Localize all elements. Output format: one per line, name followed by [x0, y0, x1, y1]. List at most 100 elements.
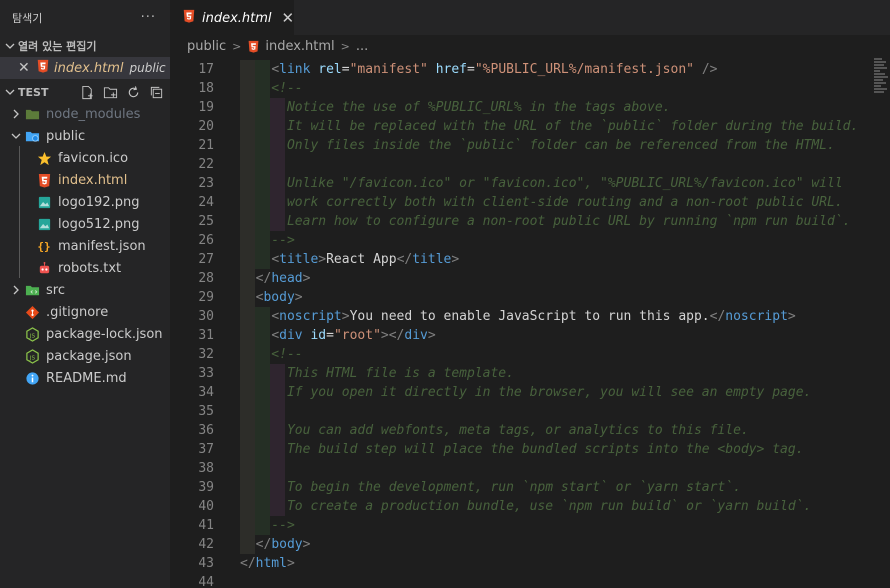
code-token: head	[271, 271, 303, 286]
line-number: 23	[198, 176, 214, 191]
code-line[interactable]: 21 Only files inside the `public` folder…	[170, 136, 890, 155]
new-folder-icon[interactable]	[102, 84, 118, 100]
tree-item-label: logo192.png	[58, 194, 140, 210]
chevron-right-icon: >	[232, 39, 242, 53]
indent-guide	[255, 155, 270, 174]
minimap[interactable]	[874, 57, 890, 147]
chevron-down-icon	[8, 128, 24, 144]
code-line[interactable]: 23 Unlike "/favicon.ico" or "favicon.ico…	[170, 174, 890, 193]
open-editors-label: 열려 있는 편집기	[18, 40, 97, 53]
tree-item-favicon[interactable]: favicon.ico	[0, 147, 170, 169]
code-line[interactable]: 38	[170, 459, 890, 478]
code-token: "root"	[333, 328, 381, 343]
code-text: Learn how to configure a non-root public…	[240, 212, 851, 231]
code-line[interactable]: 29 <body>	[170, 288, 890, 307]
code-token: >	[302, 537, 311, 552]
code-line[interactable]: 36 You can add webfonts, meta tags, or a…	[170, 421, 890, 440]
code-line[interactable]: 17 <link rel="manifest" href="%PUBLIC_UR…	[170, 60, 890, 79]
code-line[interactable]: 35	[170, 402, 890, 421]
code-line[interactable]: 22	[170, 155, 890, 174]
line-number: 20	[198, 119, 214, 134]
line-number: 31	[198, 328, 214, 343]
tree-item-node-modules[interactable]: node_modules	[0, 103, 170, 125]
code-line[interactable]: 30 <noscript>You need to enable JavaScri…	[170, 307, 890, 326]
robot-icon	[36, 260, 52, 276]
chevron-right-icon	[8, 282, 24, 298]
refresh-icon[interactable]	[125, 84, 141, 100]
code-line[interactable]: 18 <!--	[170, 79, 890, 98]
code-editor[interactable]: 17 <link rel="manifest" href="%PUBLIC_UR…	[170, 60, 890, 588]
code-token: To begin the development, run `npm start…	[240, 480, 741, 495]
code-line[interactable]: 28 </head>	[170, 269, 890, 288]
code-token: body	[271, 537, 303, 552]
code-line[interactable]: 37 The build step will place the bundled…	[170, 440, 890, 459]
more-actions-icon[interactable]: ···	[141, 10, 156, 25]
code-text: <!--	[240, 345, 302, 364]
code-line[interactable]: 44	[170, 573, 890, 588]
breadcrumb-ellipsis[interactable]: ...	[356, 39, 368, 54]
tree-item-logo512[interactable]: logo512.png	[0, 213, 170, 235]
tree-item-package-json[interactable]: JS package.json	[0, 345, 170, 367]
code-token: <	[271, 62, 280, 77]
tree-item-package-lock[interactable]: JS package-lock.json	[0, 323, 170, 345]
code-text: <link rel="manifest" href="%PUBLIC_URL%/…	[240, 60, 717, 79]
code-line[interactable]: 25 Learn how to configure a non-root pub…	[170, 212, 890, 231]
code-line[interactable]: 39 To begin the development, run `npm st…	[170, 478, 890, 497]
code-token: "manifest"	[349, 62, 428, 77]
new-file-icon[interactable]	[79, 84, 95, 100]
code-line[interactable]: 34 If you open it directly in the browse…	[170, 383, 890, 402]
code-line[interactable]: 24 work correctly both with client-side …	[170, 193, 890, 212]
code-token: This HTML file is a template.	[240, 366, 514, 381]
code-text: You can add webfonts, meta tags, or anal…	[240, 421, 749, 440]
line-number: 35	[198, 404, 214, 419]
line-number: 29	[198, 290, 214, 305]
tab-index-html[interactable]: index.html ✕	[170, 0, 294, 35]
star-icon	[36, 150, 52, 166]
close-icon[interactable]: ✕	[18, 60, 36, 76]
tree-item-label: node_modules	[46, 106, 141, 122]
code-token: >	[286, 556, 295, 571]
open-editors-section[interactable]: 열려 있는 편집기	[0, 35, 170, 57]
collapse-all-icon[interactable]	[148, 84, 164, 100]
code-line[interactable]: 43 </html>	[170, 554, 890, 573]
code-token: >	[451, 252, 460, 267]
code-token: >	[380, 328, 389, 343]
workspace-section[interactable]: TEST	[0, 81, 170, 103]
code-line[interactable]: 32 <!--	[170, 345, 890, 364]
code-token: -->	[240, 518, 295, 533]
code-line[interactable]: 27 <title>React App</title>	[170, 250, 890, 269]
open-editor-item[interactable]: ✕ index.html public	[0, 57, 170, 79]
tree-item-index-html[interactable]: index.html	[0, 169, 170, 191]
tree-item-logo192[interactable]: logo192.png	[0, 191, 170, 213]
public-folder-icon	[24, 128, 40, 144]
code-line[interactable]: 33 This HTML file is a template.	[170, 364, 890, 383]
close-icon[interactable]: ✕	[282, 9, 295, 27]
code-line[interactable]: 20 It will be replaced with the URL of t…	[170, 117, 890, 136]
line-number: 36	[198, 423, 214, 438]
breadcrumb-file[interactable]: index.html	[265, 39, 334, 54]
code-line[interactable]: 42 </body>	[170, 535, 890, 554]
code-token: div	[279, 328, 303, 343]
tree-item-gitignore[interactable]: .gitignore	[0, 301, 170, 323]
tree-item-readme[interactable]: README.md	[0, 367, 170, 389]
line-number: 22	[198, 157, 214, 172]
code-line[interactable]: 31 <div id="root"></div>	[170, 326, 890, 345]
code-line[interactable]: 40 To create a production bundle, use `n…	[170, 497, 890, 516]
line-number: 28	[198, 271, 214, 286]
code-line[interactable]: 41 -->	[170, 516, 890, 535]
code-line[interactable]: 19 Notice the use of %PUBLIC_URL% in the…	[170, 98, 890, 117]
tree-item-robots[interactable]: robots.txt	[0, 257, 170, 279]
html-file-icon	[247, 40, 260, 53]
tree-item-manifest[interactable]: {} manifest.json	[0, 235, 170, 257]
breadcrumb-folder[interactable]: public	[187, 39, 226, 54]
info-icon	[24, 370, 40, 386]
code-line[interactable]: 26 -->	[170, 231, 890, 250]
line-number: 44	[198, 575, 214, 588]
tree-item-label: favicon.ico	[58, 150, 129, 166]
tree-item-public[interactable]: public	[0, 125, 170, 147]
tree-item-src[interactable]: src	[0, 279, 170, 301]
src-folder-icon	[24, 282, 40, 298]
code-token: The build step will place the bundled sc…	[240, 442, 804, 457]
